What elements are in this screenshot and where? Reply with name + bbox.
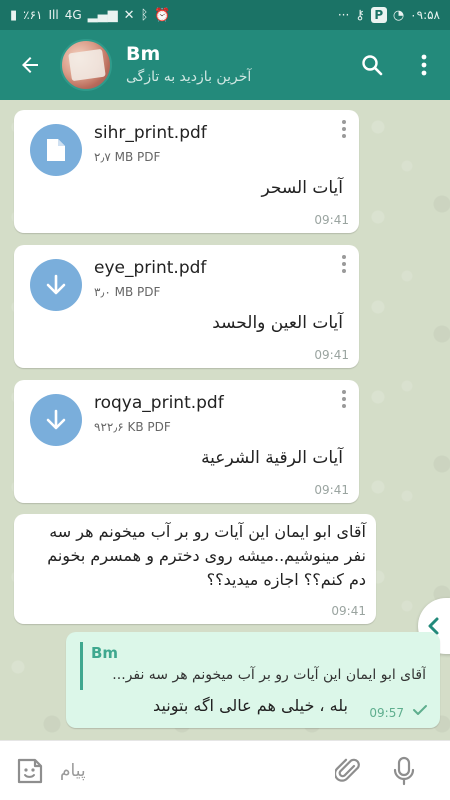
bluetooth-icon: ᛒ [140, 7, 149, 23]
battery-icon: ▮ [10, 7, 18, 23]
sent-check-icon [413, 705, 427, 715]
sticker-emoji-icon [17, 758, 43, 783]
message-input[interactable] [60, 750, 320, 791]
back-button[interactable] [0, 30, 60, 100]
file-download-button[interactable] [30, 259, 82, 311]
document-icon [47, 139, 65, 161]
file-caption: آيات العين والحسد [212, 313, 343, 333]
file-menu-button[interactable] [337, 118, 351, 140]
file-menu-button[interactable] [337, 253, 351, 275]
reply-quote[interactable]: Bm آقای ابو ایمان این آیات رو بر آب میخو… [80, 642, 426, 690]
mute-icon: ✕ [123, 7, 135, 23]
status-bar: ▮ ٪۶۱ Ill 4G ▂▄▆ ✕ ᛒ ⏰ ··· ⚷ P ◔ ۰۹:۵۸ [0, 0, 450, 30]
alarm-icon: ⏰ [154, 7, 171, 23]
reply-preview-text: آقای ابو ایمان این آیات رو بر آب میخونم … [112, 667, 426, 683]
chat-header: Bm آخرین بازدید به تازگی [0, 30, 450, 100]
more-notifications-icon: ··· [337, 8, 350, 22]
microphone-icon [393, 756, 415, 785]
file-name: roqya_print.pdf [94, 393, 224, 413]
sync-icon: ◔ [392, 7, 405, 23]
incoming-text-message[interactable]: آقای ابو ایمان این آیات رو بر آب میخونم … [14, 514, 376, 624]
file-caption: آيات السحر [261, 178, 343, 198]
search-icon [362, 55, 383, 76]
message-time: 09:41 [314, 348, 349, 362]
signal-icon: Ill [48, 8, 59, 22]
file-menu-button[interactable] [337, 388, 351, 410]
sticker-button[interactable] [0, 741, 60, 800]
status-clock: ۰۹:۵۸ [410, 8, 440, 22]
file-name: sihr_print.pdf [94, 123, 207, 143]
battery-percent: ٪۶۱ [23, 8, 43, 22]
message-text: آقای ابو ایمان این آیات رو بر آب میخونم … [47, 522, 366, 589]
message-text: بله ، خیلی هم عالی اگه بتونید [153, 696, 348, 715]
message-composer [0, 740, 450, 800]
last-seen-status: آخرین بازدید به تازگی [126, 69, 252, 85]
voice-record-button[interactable] [376, 741, 432, 800]
attach-button[interactable] [320, 741, 376, 800]
key-icon: ⚷ [355, 7, 365, 23]
vertical-dots-icon [421, 54, 427, 76]
file-message[interactable]: sihr_print.pdf ۲٫۷ MB PDF آيات السحر 09:… [14, 110, 359, 233]
network-type: 4G [64, 8, 82, 22]
message-time: 09:41 [331, 604, 366, 618]
file-caption: آيات الرقية الشرعية [201, 448, 343, 468]
p-app-icon: P [370, 7, 387, 23]
outgoing-message[interactable]: Bm آقای ابو ایمان این آیات رو بر آب میخو… [66, 632, 440, 728]
paperclip-icon [335, 758, 360, 782]
file-download-button[interactable] [30, 394, 82, 446]
signal-bars-icon: ▂▄▆ [87, 7, 118, 23]
file-message[interactable]: eye_print.pdf ۳٫۰ MB PDF آيات العين والح… [14, 245, 359, 368]
file-size: ۹۲۲٫۶ KB PDF [94, 420, 171, 434]
file-open-button[interactable] [30, 124, 82, 176]
file-message[interactable]: roqya_print.pdf ۹۲۲٫۶ KB PDF آيات الرقية… [14, 380, 359, 503]
search-button[interactable] [346, 30, 398, 100]
reply-sender-name: Bm [91, 644, 119, 662]
chat-name: Bm [126, 43, 161, 65]
file-name: eye_print.pdf [94, 258, 207, 278]
file-size: ۲٫۷ MB PDF [94, 150, 161, 164]
avatar[interactable] [60, 39, 112, 91]
message-time: 09:41 [314, 213, 349, 227]
more-options-button[interactable] [398, 30, 450, 100]
chat-title-block[interactable]: Bm آخرین بازدید به تازگی [126, 42, 326, 88]
message-time: 09:57 [369, 706, 404, 720]
download-arrow-icon [46, 274, 66, 295]
download-arrow-icon [46, 409, 66, 430]
back-arrow-icon [22, 57, 38, 73]
message-time: 09:41 [314, 483, 349, 497]
file-size: ۳٫۰ MB PDF [94, 285, 161, 299]
